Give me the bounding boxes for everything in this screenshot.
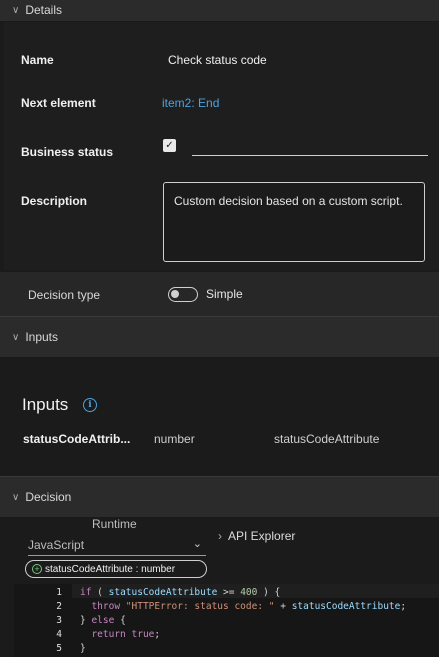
line-number: 3 [56, 615, 62, 626]
business-status-label: Business status [21, 145, 114, 159]
chevron-down-icon [12, 492, 19, 503]
input-type-cell: number [154, 432, 195, 446]
chevron-down-icon [12, 332, 19, 343]
inputs-header-label: Inputs [25, 330, 59, 344]
details-header-label: Details [25, 3, 63, 17]
code-line: } else { [80, 615, 126, 626]
input-binding-cell: statusCodeAttribute [274, 432, 380, 446]
runtime-select[interactable]: JavaScript ⌄ [28, 537, 206, 556]
line-number: 5 [56, 643, 62, 654]
line-number: 4 [56, 629, 62, 640]
description-label: Description [21, 194, 88, 208]
decision-type-label: Decision type [28, 288, 101, 302]
decision-type-value: Simple [206, 287, 243, 301]
code-line: if ( statusCodeAttribute >= 400 ) { [80, 587, 281, 598]
chevron-down-icon: ⌄ [192, 538, 202, 550]
toggle-knob [171, 290, 179, 298]
inputs-body [0, 358, 439, 474]
decision-section-header[interactable]: Decision [0, 476, 439, 518]
business-status-input[interactable] [192, 155, 428, 156]
runtime-select-value: JavaScript [28, 538, 85, 552]
checkmark-icon: ✓ [165, 139, 174, 151]
variable-pill-label: statusCodeAttribute : number [45, 563, 176, 575]
info-icon[interactable]: i [83, 398, 97, 412]
next-element-label: Next element [21, 96, 96, 110]
name-label: Name [21, 53, 54, 67]
variable-pill[interactable]: + statusCodeAttribute : number [25, 560, 207, 578]
code-editor[interactable]: 1 2 3 4 5 if ( statusCodeAttribute >= 40… [14, 584, 439, 657]
line-number: 2 [56, 601, 62, 612]
decision-header-label: Decision [25, 490, 72, 504]
code-line: throw "HTTPError: status code: " + statu… [91, 601, 407, 612]
name-value[interactable]: Check status code [168, 53, 267, 67]
decision-type-toggle[interactable] [168, 287, 198, 302]
next-element-link[interactable]: item2: End [162, 96, 219, 110]
details-section-header[interactable]: Details [0, 0, 439, 22]
runtime-label: Runtime [92, 517, 137, 531]
description-textarea[interactable]: Custom decision based on a custom script… [163, 182, 425, 262]
inputs-title: Inputs [22, 395, 69, 414]
chevron-right-icon: › [218, 529, 222, 543]
chevron-down-icon [12, 5, 19, 16]
add-icon: + [32, 564, 42, 574]
line-number: 1 [56, 587, 62, 598]
api-explorer-label: API Explorer [228, 529, 296, 543]
input-name-cell: statusCodeAttrib... [23, 432, 131, 446]
api-explorer-link[interactable]: › API Explorer [218, 529, 295, 543]
inputs-section-header[interactable]: Inputs [0, 316, 439, 358]
business-status-checkbox[interactable]: ✓ [163, 139, 176, 152]
code-line: return true; [91, 629, 161, 640]
code-line: } [80, 643, 86, 654]
